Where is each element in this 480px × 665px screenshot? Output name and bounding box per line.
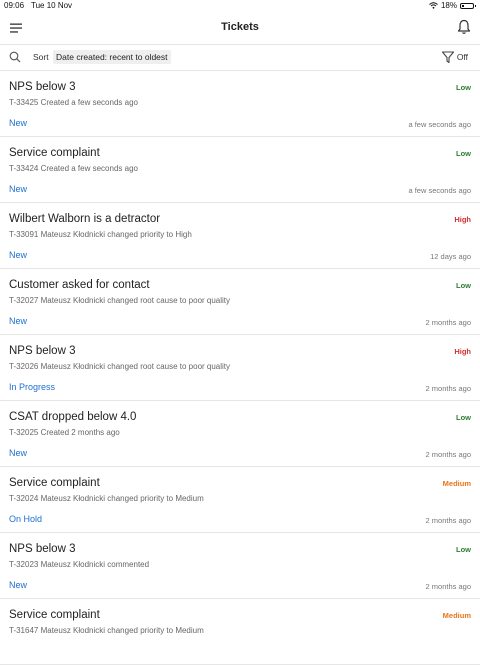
ticket-title: Customer asked for contact <box>9 279 150 291</box>
filter-state[interactable]: Off <box>457 52 468 62</box>
ticket-title: NPS below 3 <box>9 543 76 555</box>
priority-badge: High <box>454 215 471 224</box>
ticket-title: Service complaint <box>9 609 100 621</box>
ticket-time: 12 days ago <box>430 252 471 261</box>
ticket-status: New <box>9 580 28 590</box>
ticket-time: 2 months ago <box>425 384 471 393</box>
ticket-title: CSAT dropped below 4.0 <box>9 411 137 423</box>
ticket-status: New <box>9 118 28 128</box>
ticket-title: Service complaint <box>9 477 100 489</box>
ticket-row[interactable]: Service complaint T-32024 Mateusz Kłodni… <box>0 467 480 533</box>
ticket-subtitle: T-33091 Mateusz Kłodnicki changed priori… <box>9 230 192 239</box>
ticket-subtitle: T-32026 Mateusz Kłodnicki changed root c… <box>9 362 231 371</box>
priority-badge: Medium <box>442 479 471 488</box>
ticket-time: 2 months ago <box>425 318 471 327</box>
ticket-status: New <box>9 250 28 260</box>
ticket-status: In Progress <box>9 382 56 392</box>
ticket-title: Service complaint <box>9 147 100 159</box>
ticket-title: Wilbert Walborn is a detractor <box>9 213 161 225</box>
ticket-row[interactable]: Customer asked for contact T-32027 Mateu… <box>0 269 480 335</box>
status-date: Tue 10 Nov <box>31 1 73 10</box>
ticket-time: 2 months ago <box>425 582 471 591</box>
ticket-status: New <box>9 184 28 194</box>
sort-selector[interactable]: Date created: recent to oldest <box>53 50 171 64</box>
nav-bar: Tickets <box>0 12 480 45</box>
ticket-row[interactable]: Service complaint T-33424 Created a few … <box>0 137 480 203</box>
status-right: 18% <box>429 1 476 10</box>
ticket-subtitle: T-32027 Mateusz Kłodnicki changed root c… <box>9 296 231 305</box>
sort-label: Sort <box>33 52 49 62</box>
ticket-list: NPS below 3 T-33425 Created a few second… <box>0 71 480 665</box>
battery-icon <box>460 2 476 9</box>
ticket-time: a few seconds ago <box>408 120 471 129</box>
ticket-subtitle: T-31647 Mateusz Kłodnicki changed priori… <box>9 626 204 635</box>
page-title: Tickets <box>221 21 259 33</box>
ticket-row[interactable]: NPS below 3 T-32026 Mateusz Kłodnicki ch… <box>0 335 480 401</box>
ticket-row[interactable]: CSAT dropped below 4.0 T-32025 Created 2… <box>0 401 480 467</box>
filter-icon[interactable] <box>441 50 455 64</box>
ticket-title: NPS below 3 <box>9 345 76 357</box>
ticket-time: a few seconds ago <box>408 186 471 195</box>
priority-badge: Low <box>456 83 471 92</box>
battery-fill <box>462 4 464 7</box>
ticket-time: 2 months ago <box>425 450 471 459</box>
wifi-icon <box>429 2 438 9</box>
ticket-row[interactable]: NPS below 3 T-32023 Mateusz Kłodnicki co… <box>0 533 480 599</box>
search-icon[interactable] <box>9 51 21 63</box>
ticket-title: NPS below 3 <box>9 81 76 93</box>
ticket-row[interactable]: Service complaint T-31647 Mateusz Kłodni… <box>0 599 480 665</box>
priority-badge: High <box>454 347 471 356</box>
battery-percent: 18% <box>440 1 457 10</box>
status-bar: 09:06 Tue 10 Nov 18% <box>0 0 480 12</box>
notification-bell-icon[interactable] <box>457 19 471 35</box>
ticket-time: 2 months ago <box>425 516 471 525</box>
status-time: 09:06 <box>4 1 25 10</box>
ticket-subtitle: T-33425 Created a few seconds ago <box>9 98 138 107</box>
list-toolbar: Sort Date created: recent to oldest Off <box>0 45 480 71</box>
priority-badge: Medium <box>442 611 471 620</box>
ticket-row[interactable]: Wilbert Walborn is a detractor T-33091 M… <box>0 203 480 269</box>
ticket-subtitle: T-33424 Created a few seconds ago <box>9 164 138 173</box>
ticket-status: New <box>9 316 28 326</box>
ticket-row[interactable]: NPS below 3 T-33425 Created a few second… <box>0 71 480 137</box>
priority-badge: Low <box>456 149 471 158</box>
ticket-subtitle: T-32025 Created 2 months ago <box>9 428 120 437</box>
ticket-status: New <box>9 448 28 458</box>
ticket-subtitle: T-32024 Mateusz Kłodnicki changed priori… <box>9 494 204 503</box>
ticket-status: On Hold <box>9 514 43 524</box>
ticket-subtitle: T-32023 Mateusz Kłodnicki commented <box>9 560 150 569</box>
priority-badge: Low <box>456 413 471 422</box>
priority-badge: Low <box>456 545 471 554</box>
priority-badge: Low <box>456 281 471 290</box>
